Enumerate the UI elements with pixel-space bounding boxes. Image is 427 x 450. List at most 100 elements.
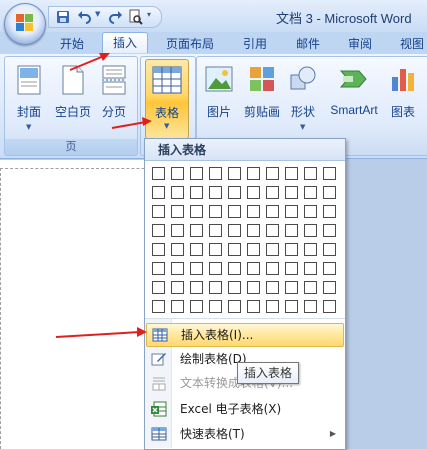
grid-cell[interactable] [323, 243, 336, 256]
grid-cell[interactable] [228, 281, 241, 294]
office-button[interactable] [4, 3, 46, 45]
picture-button[interactable]: 图片 [199, 61, 239, 135]
grid-cell[interactable] [152, 205, 165, 218]
grid-cell[interactable] [285, 262, 298, 275]
grid-cell[interactable] [285, 167, 298, 180]
grid-cell[interactable] [171, 186, 184, 199]
menu-item-insert-table[interactable]: 插入表格(I)... [146, 323, 344, 347]
grid-cell[interactable] [190, 167, 203, 180]
grid-cell[interactable] [190, 300, 203, 313]
grid-cell[interactable] [228, 205, 241, 218]
grid-cell[interactable] [209, 262, 222, 275]
grid-cell[interactable] [266, 205, 279, 218]
grid-cell[interactable] [323, 186, 336, 199]
grid-cell[interactable] [304, 281, 317, 294]
grid-cell[interactable] [247, 167, 260, 180]
grid-cell[interactable] [247, 186, 260, 199]
grid-cell[interactable] [247, 300, 260, 313]
table-size-grid[interactable] [152, 167, 340, 319]
grid-cell[interactable] [209, 205, 222, 218]
undo-icon[interactable] [77, 9, 93, 25]
grid-cell[interactable] [190, 186, 203, 199]
grid-cell[interactable] [285, 205, 298, 218]
table-button[interactable]: 表格 ▼ [145, 59, 189, 139]
grid-cell[interactable] [152, 186, 165, 199]
grid-cell[interactable] [323, 205, 336, 218]
smartart-button[interactable]: SmartArt [323, 61, 385, 135]
grid-cell[interactable] [190, 205, 203, 218]
customize-qat-icon[interactable]: ▾ [147, 10, 151, 19]
shapes-button[interactable]: 形状 ▼ [285, 61, 321, 135]
grid-cell[interactable] [228, 262, 241, 275]
grid-cell[interactable] [152, 224, 165, 237]
grid-cell[interactable] [171, 262, 184, 275]
grid-cell[interactable] [152, 243, 165, 256]
grid-cell[interactable] [171, 167, 184, 180]
grid-cell[interactable] [152, 300, 165, 313]
grid-cell[interactable] [304, 186, 317, 199]
grid-cell[interactable] [209, 186, 222, 199]
grid-cell[interactable] [190, 262, 203, 275]
grid-cell[interactable] [171, 205, 184, 218]
grid-cell[interactable] [266, 224, 279, 237]
grid-cell[interactable] [266, 262, 279, 275]
grid-cell[interactable] [171, 300, 184, 313]
grid-cell[interactable] [152, 167, 165, 180]
grid-cell[interactable] [285, 243, 298, 256]
tab-mailings[interactable]: 邮件 [288, 34, 328, 54]
grid-cell[interactable] [171, 243, 184, 256]
grid-cell[interactable] [247, 262, 260, 275]
save-icon[interactable] [55, 9, 71, 25]
grid-cell[interactable] [209, 281, 222, 294]
grid-cell[interactable] [323, 167, 336, 180]
grid-cell[interactable] [247, 243, 260, 256]
grid-cell[interactable] [247, 281, 260, 294]
tab-home[interactable]: 开始 [52, 34, 92, 54]
grid-cell[interactable] [285, 186, 298, 199]
grid-cell[interactable] [266, 281, 279, 294]
grid-cell[interactable] [190, 281, 203, 294]
grid-cell[interactable] [266, 243, 279, 256]
grid-cell[interactable] [190, 243, 203, 256]
grid-cell[interactable] [304, 243, 317, 256]
grid-cell[interactable] [228, 186, 241, 199]
grid-cell[interactable] [247, 224, 260, 237]
grid-cell[interactable] [209, 243, 222, 256]
menu-item-quick-tables[interactable]: 快速表格(T) ▶ [146, 423, 342, 445]
grid-cell[interactable] [266, 300, 279, 313]
grid-cell[interactable] [209, 300, 222, 313]
grid-cell[interactable] [152, 281, 165, 294]
grid-cell[interactable] [228, 167, 241, 180]
grid-cell[interactable] [304, 224, 317, 237]
grid-cell[interactable] [323, 281, 336, 294]
grid-cell[interactable] [247, 205, 260, 218]
cover-page-button[interactable]: 封面 ▼ [9, 61, 49, 135]
undo-dropdown-icon[interactable]: ▼ [95, 10, 100, 18]
chart-button[interactable]: 图表 [383, 61, 423, 135]
page-break-button[interactable]: 分页 [95, 61, 133, 135]
print-preview-icon[interactable] [127, 9, 143, 25]
grid-cell[interactable] [323, 224, 336, 237]
grid-cell[interactable] [285, 224, 298, 237]
tab-insert[interactable]: 插入 [102, 32, 148, 53]
grid-cell[interactable] [266, 167, 279, 180]
grid-cell[interactable] [323, 262, 336, 275]
tab-references[interactable]: 引用 [235, 34, 275, 54]
grid-cell[interactable] [209, 167, 222, 180]
grid-cell[interactable] [266, 186, 279, 199]
grid-cell[interactable] [304, 167, 317, 180]
grid-cell[interactable] [285, 281, 298, 294]
grid-cell[interactable] [190, 224, 203, 237]
grid-cell[interactable] [228, 224, 241, 237]
grid-cell[interactable] [171, 224, 184, 237]
grid-cell[interactable] [209, 224, 222, 237]
grid-cell[interactable] [171, 281, 184, 294]
clipart-button[interactable]: 剪贴画 [239, 61, 285, 135]
grid-cell[interactable] [228, 300, 241, 313]
grid-cell[interactable] [304, 205, 317, 218]
tab-review[interactable]: 审阅 [340, 34, 380, 54]
grid-cell[interactable] [285, 300, 298, 313]
redo-icon[interactable] [107, 9, 123, 25]
menu-item-excel-spreadsheet[interactable]: Excel 电子表格(X) [146, 398, 342, 420]
grid-cell[interactable] [304, 300, 317, 313]
